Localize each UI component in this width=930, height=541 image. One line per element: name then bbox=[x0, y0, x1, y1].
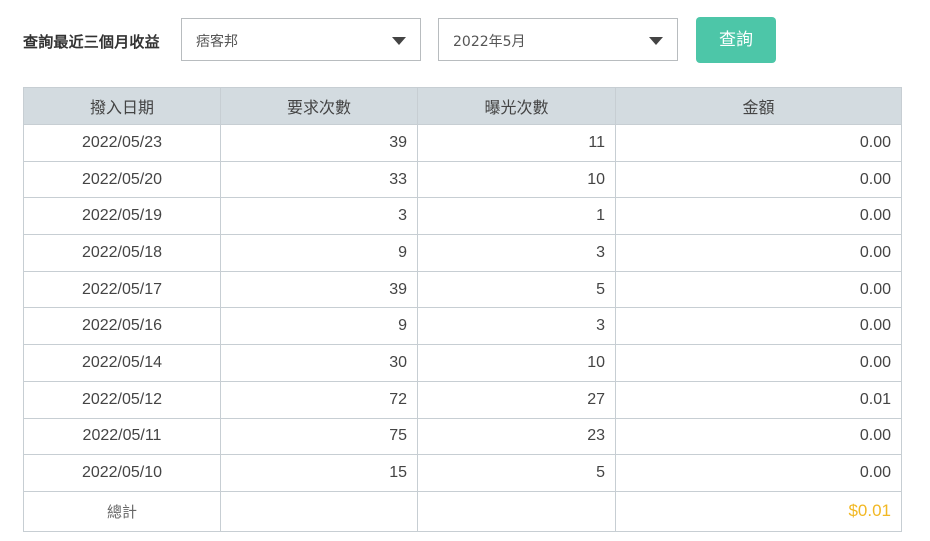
cell-date: 2022/05/18 bbox=[23, 234, 221, 272]
cell-impressions: 10 bbox=[417, 344, 616, 382]
header-impressions: 曝光次數 bbox=[417, 87, 616, 125]
chevron-down-icon bbox=[392, 37, 406, 45]
month-select-value: 2022年5月 bbox=[453, 34, 526, 50]
cell-date: 2022/05/14 bbox=[23, 344, 221, 382]
cell-impressions: 11 bbox=[417, 124, 616, 162]
table-row: 2022/05/14 30 10 0.00 bbox=[23, 344, 902, 382]
cell-impressions: 10 bbox=[417, 160, 616, 199]
cell-date: 2022/05/20 bbox=[23, 160, 221, 199]
site-select-value: 痞客邦 bbox=[196, 34, 238, 50]
cell-amount: 0.00 bbox=[615, 160, 902, 199]
cell-requests: 9 bbox=[220, 307, 418, 346]
cell-amount: 0.00 bbox=[615, 344, 902, 382]
table-row: 2022/05/10 15 5 0.00 bbox=[23, 454, 902, 492]
cell-impressions: 27 bbox=[417, 380, 616, 419]
header-requests: 要求次數 bbox=[220, 87, 418, 125]
table-row: 2022/05/16 9 3 0.00 bbox=[23, 307, 902, 346]
cell-amount: 0.00 bbox=[615, 454, 902, 492]
cell-amount: 0.01 bbox=[615, 380, 902, 419]
cell-amount: 0.00 bbox=[615, 197, 902, 236]
table-row: 2022/05/19 3 1 0.00 bbox=[23, 197, 902, 236]
cell-requests: 15 bbox=[220, 454, 418, 492]
cell-date: 2022/05/16 bbox=[23, 307, 221, 346]
cell-amount: 0.00 bbox=[615, 307, 902, 346]
table-row: 2022/05/11 75 23 0.00 bbox=[23, 417, 902, 456]
total-row: 總計 $0.01 bbox=[23, 490, 902, 532]
table-row: 2022/05/20 33 10 0.00 bbox=[23, 160, 902, 199]
cell-impressions: 5 bbox=[417, 454, 616, 492]
cell-requests: 3 bbox=[220, 197, 418, 236]
site-select[interactable]: 痞客邦 bbox=[181, 18, 421, 61]
filter-label: 查詢最近三個月收益 bbox=[23, 33, 160, 51]
table-row: 2022/05/17 39 5 0.00 bbox=[23, 270, 902, 309]
query-button[interactable]: 查詢 bbox=[696, 17, 776, 63]
table-row: 2022/05/18 9 3 0.00 bbox=[23, 234, 902, 272]
cell-requests: 30 bbox=[220, 344, 418, 382]
cell-date: 2022/05/17 bbox=[23, 270, 221, 309]
revenue-table: 撥入日期 要求次數 曝光次數 金額 2022/05/23 39 11 0.00 2022… bbox=[23, 87, 902, 532]
month-select[interactable]: 2022年5月 bbox=[438, 18, 678, 61]
header-date: 撥入日期 bbox=[23, 87, 221, 125]
cell-impressions: 1 bbox=[417, 197, 616, 236]
cell-impressions: 3 bbox=[417, 307, 616, 346]
cell-amount: 0.00 bbox=[615, 417, 902, 456]
cell-requests: 39 bbox=[220, 124, 418, 162]
cell-date: 2022/05/19 bbox=[23, 197, 221, 236]
cell-amount: 0.00 bbox=[615, 234, 902, 272]
cell-impressions: 23 bbox=[417, 417, 616, 456]
total-label: 總計 bbox=[23, 490, 221, 532]
total-requests bbox=[220, 490, 418, 532]
cell-date: 2022/05/11 bbox=[23, 417, 221, 456]
cell-date: 2022/05/12 bbox=[23, 380, 221, 419]
total-amount: $0.01 bbox=[615, 490, 902, 532]
table-header-row: 撥入日期 要求次數 曝光次數 金額 bbox=[23, 87, 902, 125]
cell-impressions: 3 bbox=[417, 234, 616, 272]
chevron-down-icon bbox=[649, 37, 663, 45]
cell-requests: 9 bbox=[220, 234, 418, 272]
cell-requests: 33 bbox=[220, 160, 418, 199]
table-row: 2022/05/12 72 27 0.01 bbox=[23, 380, 902, 419]
cell-requests: 39 bbox=[220, 270, 418, 309]
header-amount: 金額 bbox=[615, 87, 902, 125]
cell-requests: 75 bbox=[220, 417, 418, 456]
cell-amount: 0.00 bbox=[615, 270, 902, 309]
cell-date: 2022/05/23 bbox=[23, 124, 221, 162]
cell-date: 2022/05/10 bbox=[23, 454, 221, 492]
cell-requests: 72 bbox=[220, 380, 418, 419]
cell-impressions: 5 bbox=[417, 270, 616, 309]
cell-amount: 0.00 bbox=[615, 124, 902, 162]
table-row: 2022/05/23 39 11 0.00 bbox=[23, 124, 902, 162]
total-impressions bbox=[417, 490, 616, 532]
